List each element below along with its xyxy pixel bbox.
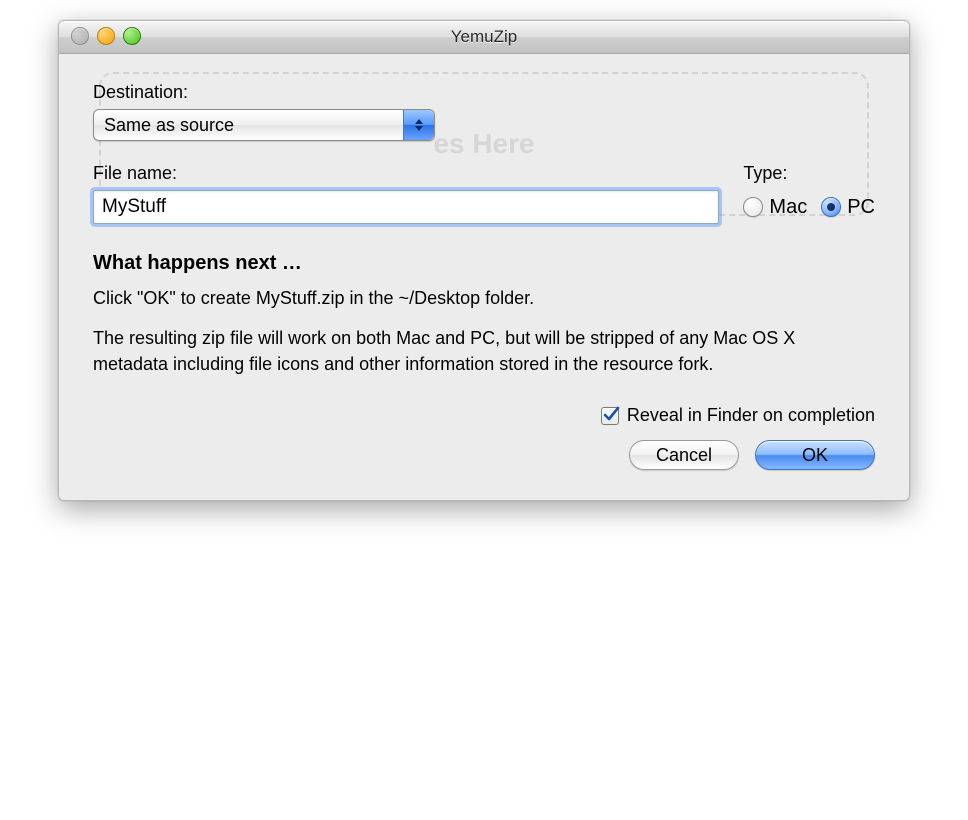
- filename-input[interactable]: [93, 190, 719, 224]
- what-happens-next-heading: What happens next …: [93, 252, 875, 275]
- destination-label: Destination:: [93, 82, 875, 103]
- minimize-window-button[interactable]: [97, 27, 115, 45]
- reveal-in-finder-checkbox[interactable]: Reveal in Finder on completion: [601, 405, 875, 426]
- type-radio-pc[interactable]: PC: [821, 196, 875, 219]
- destination-selected: Same as source: [104, 115, 234, 136]
- popup-arrows-icon: [403, 110, 434, 140]
- what-happens-next-line1: Click "OK" to create MyStuff.zip in the …: [93, 285, 875, 311]
- ok-button[interactable]: OK: [755, 440, 875, 470]
- dialog-sheet: es Here Destination: Same as source File…: [59, 54, 909, 500]
- zoom-window-button[interactable]: [123, 27, 141, 45]
- window-title: YemuZip: [59, 21, 909, 53]
- type-radio-pc-label: PC: [847, 196, 875, 219]
- destination-popup[interactable]: Same as source: [93, 109, 435, 141]
- checkbox-icon: [601, 407, 619, 425]
- type-label: Type:: [743, 163, 875, 184]
- title-bar: YemuZip: [59, 21, 909, 54]
- window-controls: [71, 27, 141, 45]
- type-radio-mac[interactable]: Mac: [743, 196, 807, 219]
- what-happens-next-line2: The resulting zip file will work on both…: [93, 325, 875, 377]
- close-window-button[interactable]: [71, 27, 89, 45]
- reveal-in-finder-label: Reveal in Finder on completion: [627, 405, 875, 426]
- radio-icon: [743, 197, 763, 217]
- filename-label: File name:: [93, 163, 719, 184]
- dialog-window: YemuZip es Here Destination: Same as sou…: [58, 20, 910, 501]
- radio-icon: [821, 197, 841, 217]
- cancel-button[interactable]: Cancel: [629, 440, 739, 470]
- type-radio-mac-label: Mac: [769, 196, 807, 219]
